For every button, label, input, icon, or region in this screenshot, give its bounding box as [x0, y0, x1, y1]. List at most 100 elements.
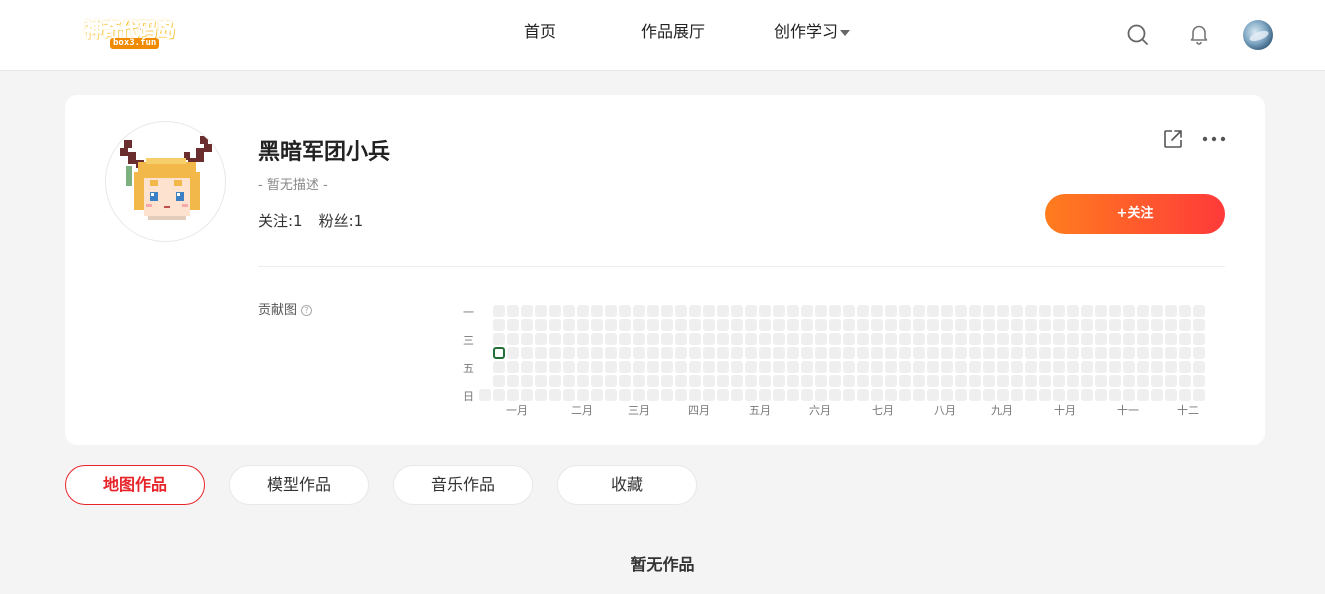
heatmap-cell[interactable]	[661, 361, 673, 373]
heatmap-cell[interactable]	[843, 347, 855, 359]
heatmap-cell[interactable]	[493, 347, 505, 359]
heatmap-cell[interactable]	[619, 305, 631, 317]
heatmap-cell[interactable]	[983, 375, 995, 387]
heatmap-cell[interactable]	[913, 319, 925, 331]
heatmap-cell[interactable]	[535, 375, 547, 387]
heatmap-cell[interactable]	[549, 361, 561, 373]
heatmap-cell[interactable]	[871, 347, 883, 359]
heatmap-cell[interactable]	[815, 389, 827, 401]
heatmap-cell[interactable]	[647, 333, 659, 345]
heatmap-cell[interactable]	[563, 305, 575, 317]
heatmap-cell[interactable]	[1179, 375, 1191, 387]
heatmap-cell[interactable]	[1123, 361, 1135, 373]
heatmap-cell[interactable]	[759, 333, 771, 345]
heatmap-cell[interactable]	[871, 319, 883, 331]
heatmap-cell[interactable]	[745, 375, 757, 387]
heatmap-cell[interactable]	[955, 361, 967, 373]
heatmap-cell[interactable]	[941, 333, 953, 345]
heatmap-cell[interactable]	[941, 389, 953, 401]
heatmap-cell[interactable]	[577, 375, 589, 387]
heatmap-cell[interactable]	[1095, 305, 1107, 317]
heatmap-cell[interactable]	[1165, 319, 1177, 331]
heatmap-cell[interactable]	[1067, 347, 1079, 359]
heatmap-cell[interactable]	[661, 389, 673, 401]
heatmap-cell[interactable]	[815, 305, 827, 317]
heatmap-cell[interactable]	[1095, 333, 1107, 345]
heatmap-cell[interactable]	[661, 333, 673, 345]
heatmap-cell[interactable]	[647, 347, 659, 359]
heatmap-cell[interactable]	[1109, 319, 1121, 331]
heatmap-cell[interactable]	[493, 319, 505, 331]
heatmap-cell[interactable]	[633, 375, 645, 387]
heatmap-cell[interactable]	[829, 361, 841, 373]
heatmap-cell[interactable]	[871, 333, 883, 345]
heatmap-cell[interactable]	[1067, 389, 1079, 401]
heatmap-cell[interactable]	[815, 347, 827, 359]
tab-music-works[interactable]: 音乐作品	[393, 465, 533, 505]
heatmap-cell[interactable]	[885, 361, 897, 373]
heatmap-cell[interactable]	[913, 389, 925, 401]
heatmap-cell[interactable]	[1109, 361, 1121, 373]
heatmap-cell[interactable]	[521, 361, 533, 373]
heatmap-cell[interactable]	[773, 319, 785, 331]
heatmap-cell[interactable]	[717, 375, 729, 387]
heatmap-cell[interactable]	[1151, 361, 1163, 373]
heatmap-cell[interactable]	[675, 319, 687, 331]
heatmap-cell[interactable]	[549, 375, 561, 387]
heatmap-cell[interactable]	[605, 305, 617, 317]
heatmap-cell[interactable]	[759, 347, 771, 359]
heatmap-cell[interactable]	[829, 319, 841, 331]
heatmap-cell[interactable]	[843, 319, 855, 331]
heatmap-cell[interactable]	[759, 389, 771, 401]
heatmap-cell[interactable]	[1165, 347, 1177, 359]
heatmap-cell[interactable]	[1165, 361, 1177, 373]
heatmap-cell[interactable]	[1137, 375, 1149, 387]
heatmap-cell[interactable]	[1081, 333, 1093, 345]
heatmap-cell[interactable]	[745, 305, 757, 317]
heatmap-cell[interactable]	[857, 347, 869, 359]
heatmap-cell[interactable]	[871, 375, 883, 387]
heatmap-cell[interactable]	[801, 305, 813, 317]
help-icon[interactable]: ?	[301, 305, 313, 316]
nav-learning[interactable]: 创作学习	[774, 21, 851, 43]
heatmap-cell[interactable]	[647, 305, 659, 317]
heatmap-cell[interactable]	[885, 319, 897, 331]
heatmap-cell[interactable]	[801, 375, 813, 387]
heatmap-cell[interactable]	[1193, 333, 1205, 345]
heatmap-cell[interactable]	[1053, 347, 1065, 359]
heatmap-cell[interactable]	[619, 375, 631, 387]
heatmap-cell[interactable]	[1053, 361, 1065, 373]
user-avatar[interactable]	[1243, 20, 1273, 50]
heatmap-cell[interactable]	[969, 319, 981, 331]
heatmap-cell[interactable]	[1137, 347, 1149, 359]
heatmap-cell[interactable]	[1081, 305, 1093, 317]
heatmap-cell[interactable]	[577, 361, 589, 373]
heatmap-cell[interactable]	[1123, 375, 1135, 387]
heatmap-cell[interactable]	[577, 305, 589, 317]
heatmap-cell[interactable]	[661, 305, 673, 317]
heatmap-cell[interactable]	[619, 333, 631, 345]
heatmap-cell[interactable]	[591, 333, 603, 345]
heatmap-cell[interactable]	[675, 389, 687, 401]
heatmap-cell[interactable]	[787, 333, 799, 345]
heatmap-cell[interactable]	[619, 389, 631, 401]
heatmap-cell[interactable]	[1109, 347, 1121, 359]
heatmap-cell[interactable]	[493, 389, 505, 401]
heatmap-cell[interactable]	[759, 361, 771, 373]
heatmap-cell[interactable]	[1123, 333, 1135, 345]
tab-map-works[interactable]: 地图作品	[65, 465, 205, 505]
heatmap-cell[interactable]	[899, 347, 911, 359]
heatmap-cell[interactable]	[801, 361, 813, 373]
heatmap-cell[interactable]	[633, 305, 645, 317]
heatmap-cell[interactable]	[689, 361, 701, 373]
heatmap-cell[interactable]	[703, 333, 715, 345]
heatmap-cell[interactable]	[787, 347, 799, 359]
site-logo[interactable]: 神奇代码岛 box3.fun	[83, 18, 182, 52]
heatmap-cell[interactable]	[941, 347, 953, 359]
heatmap-cell[interactable]	[1025, 389, 1037, 401]
tab-favorites[interactable]: 收藏	[557, 465, 697, 505]
heatmap-cell[interactable]	[871, 361, 883, 373]
heatmap-cell[interactable]	[1081, 319, 1093, 331]
heatmap-cell[interactable]	[1109, 389, 1121, 401]
heatmap-cell[interactable]	[1081, 361, 1093, 373]
